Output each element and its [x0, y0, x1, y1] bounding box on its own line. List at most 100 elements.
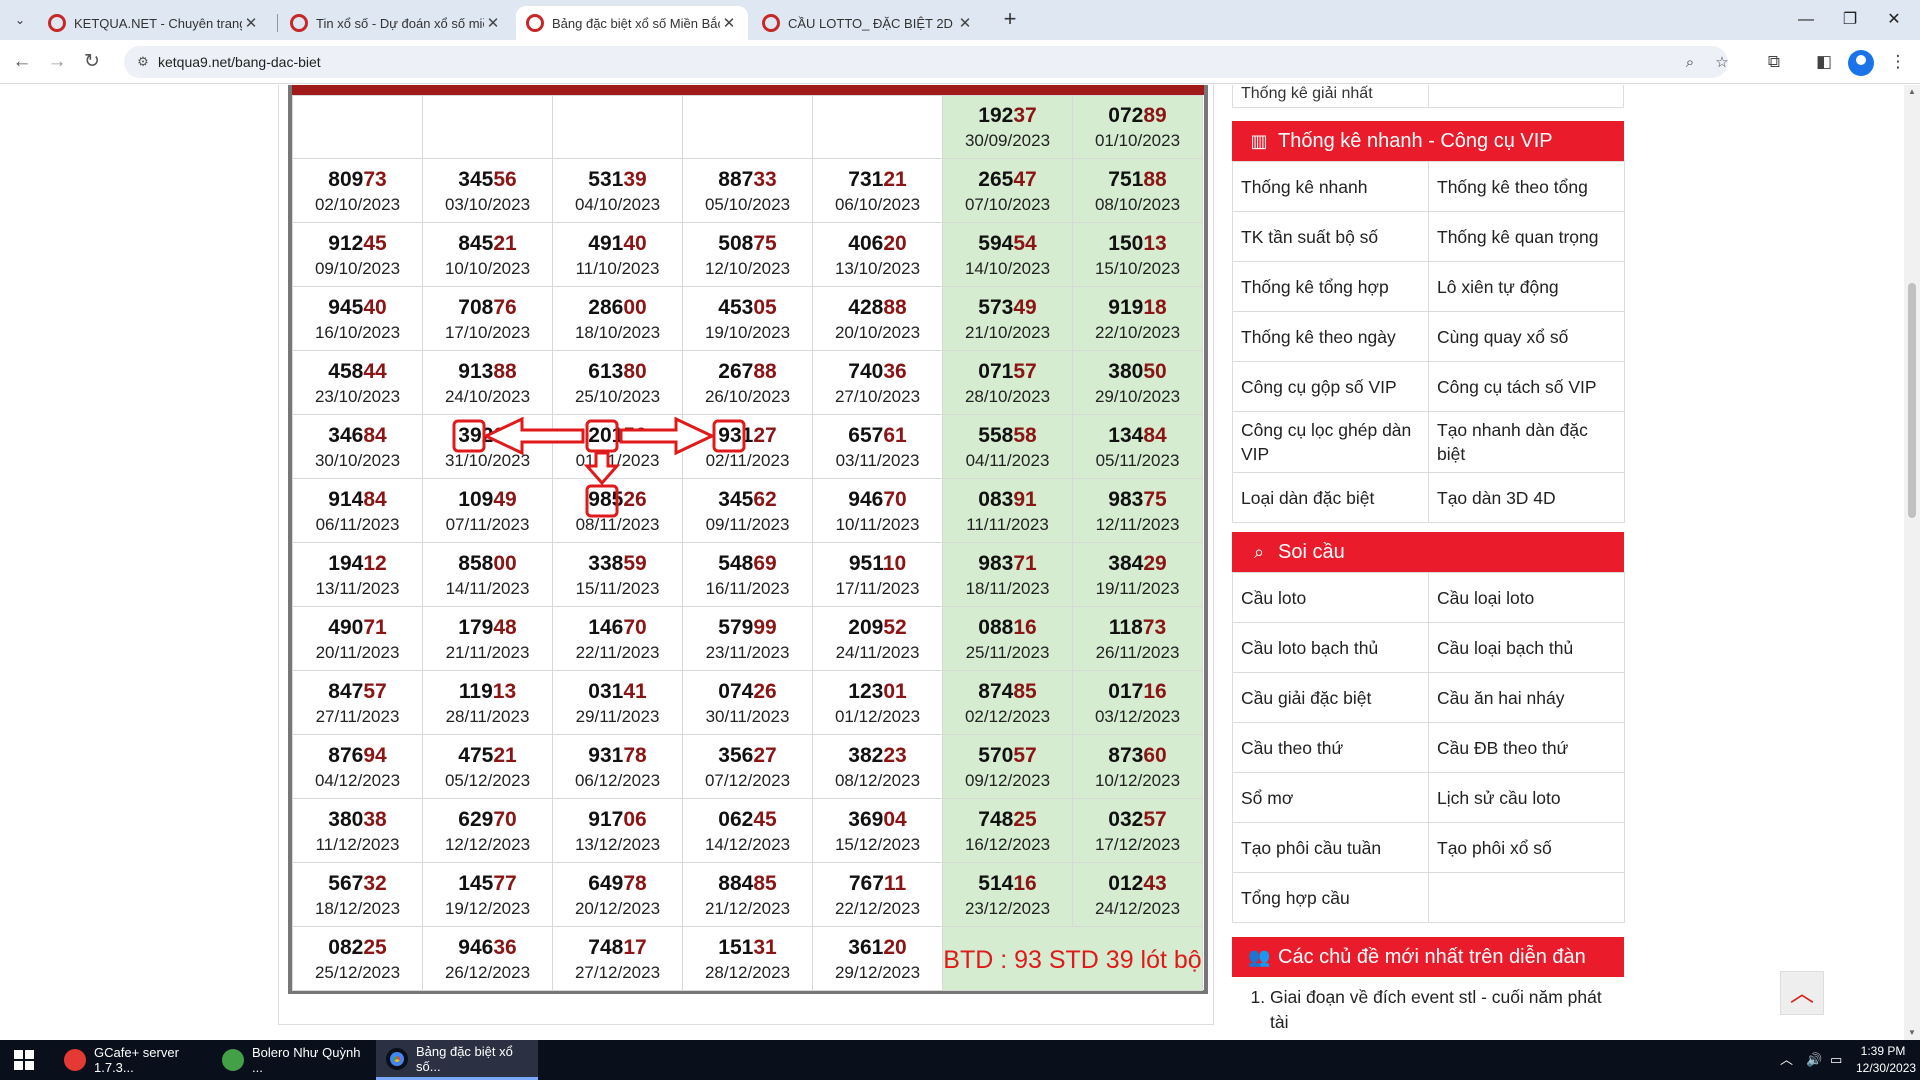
page-scrollbar[interactable]: ▲ ▼: [1904, 85, 1920, 1040]
result-cell: 49071 20/11/2023: [292, 606, 423, 671]
draw-date: 13/10/2023: [834, 258, 921, 278]
close-window-icon[interactable]: ✕: [1874, 6, 1914, 34]
speaker-icon[interactable]: 🔊: [1806, 1040, 1822, 1080]
taskbar-app-gcafe[interactable]: GCafe+ server 1.7.3...: [54, 1040, 214, 1080]
sidebar-link[interactable]: Thống kê theo ngày: [1232, 311, 1429, 362]
close-tab-icon[interactable]: ✕: [242, 14, 260, 32]
sidebar-link[interactable]: Tạo nhanh dàn đặc biệt: [1428, 411, 1625, 473]
profile-avatar[interactable]: [1848, 50, 1874, 76]
result-cell: 07157 28/10/2023: [942, 350, 1073, 415]
clock-date: 12/30/2023: [1856, 1061, 1917, 1075]
sidebar-link[interactable]: Tổng hợp cầu: [1232, 872, 1429, 923]
number-head: 083: [978, 487, 1014, 511]
zoom-icon[interactable]: ⌕: [1680, 53, 1700, 73]
scroll-up-arrow-icon[interactable]: ▲: [1904, 85, 1920, 99]
system-clock[interactable]: 1:39 PM 12/30/2023: [1856, 1043, 1917, 1077]
extensions-icon[interactable]: ⧉: [1760, 48, 1788, 76]
sidebar-link[interactable]: Tạo phôi xổ số: [1428, 822, 1625, 873]
draw-date: 21/11/2023: [445, 642, 530, 662]
sidebar-link[interactable]: Sổ mơ: [1232, 772, 1429, 823]
sidebar-link[interactable]: Lịch sử cầu loto: [1428, 772, 1625, 823]
tab-cau-lotto[interactable]: CẦU LOTTO_ ĐẶC BIỆT 2D 3D 4 ✕: [752, 6, 984, 40]
number-head: 919: [1108, 295, 1144, 319]
sidebar-link[interactable]: Lô xiên tự động: [1428, 261, 1625, 312]
number-head: 629: [458, 807, 494, 831]
giai-nhat-link[interactable]: Thống kê giải nhất: [1233, 85, 1429, 107]
sidebar-link[interactable]: Cầu ăn hai nháy: [1428, 672, 1625, 723]
network-icon[interactable]: ▭: [1830, 1040, 1842, 1080]
site-info-icon[interactable]: ⚙: [134, 53, 152, 71]
url-text[interactable]: ketqua9.net/bang-dac-biet: [158, 54, 321, 70]
sidebar-link[interactable]: Tạo dàn 3D 4D: [1428, 472, 1625, 523]
special-number: 38429: [1073, 552, 1202, 576]
number-head: 649: [588, 871, 624, 895]
forward-arrow-icon[interactable]: →: [43, 48, 71, 76]
tray-chevron-icon[interactable]: ︿: [1780, 1040, 1793, 1080]
sidebar-link[interactable]: Công cụ tách số VIP: [1428, 361, 1625, 412]
back-to-top-button[interactable]: ︿: [1780, 971, 1824, 1015]
sidebar-link[interactable]: Cầu ĐB theo thứ: [1428, 722, 1625, 773]
sidebar-link[interactable]: Loại dàn đặc biệt: [1232, 472, 1429, 523]
special-number: 07426: [683, 680, 812, 704]
close-tab-icon[interactable]: ✕: [720, 14, 738, 32]
task-label: Bảng đặc biệt xổ số...: [416, 1043, 513, 1074]
number-tail: 45: [753, 807, 777, 831]
sidebar-link[interactable]: Cầu loại bạch thủ: [1428, 622, 1625, 673]
scroll-down-arrow-icon[interactable]: ▼: [1904, 1026, 1920, 1040]
number-head: 017: [1108, 679, 1144, 703]
sidebar-link[interactable]: Thống kê tổng hợp: [1232, 261, 1429, 312]
sidebar-link[interactable]: Cầu giải đặc biệt: [1232, 672, 1429, 723]
sidebar-link-row: Thống kê nhanh Thống kê theo tổng: [1232, 161, 1625, 212]
minimize-icon[interactable]: —: [1786, 6, 1826, 34]
tab-search-chevron-icon[interactable]: ⌄: [8, 8, 32, 32]
sidebar-link[interactable]: Thống kê theo tổng: [1428, 161, 1625, 212]
number-tail: 49: [1013, 295, 1037, 319]
page-viewport: 19237 30/09/2023 07289 01/10/2023 80973 02/10…: [0, 85, 1904, 1040]
scrollbar-thumb[interactable]: [1908, 283, 1916, 518]
sidebar-link[interactable]: Cầu loto: [1232, 572, 1429, 623]
taskbar-app-chrome[interactable]: Bảng đặc biệt xổ số...: [376, 1040, 538, 1080]
sidebar-link[interactable]: Thống kê quan trọng: [1428, 211, 1625, 262]
close-tab-icon[interactable]: ✕: [956, 14, 974, 32]
new-tab-button[interactable]: +: [996, 6, 1024, 34]
sidebar-link[interactable]: TK tần suất bộ số: [1232, 211, 1429, 262]
restore-icon[interactable]: ❐: [1830, 6, 1870, 34]
taskbar-app-bolero[interactable]: Bolero Như Quỳnh ...: [212, 1040, 372, 1080]
side-panel-icon[interactable]: ◧: [1810, 48, 1838, 76]
number-tail: 13: [492, 679, 517, 703]
sidebar-link[interactable]: Công cụ gộp số VIP: [1232, 361, 1429, 412]
number-tail: 21: [493, 743, 517, 767]
tab-tin-xo-so[interactable]: Tin xổ số - Dự đoán xổ số miền ✕: [280, 6, 512, 40]
result-cell: 47521 05/12/2023: [422, 734, 553, 799]
menu-kebab-icon[interactable]: ⋮: [1884, 48, 1912, 76]
special-number: 26788: [683, 360, 812, 384]
number-head: 490: [328, 615, 364, 639]
tab-ketqua-net[interactable]: KETQUA.NET - Chuyên trang xổ ✕: [38, 6, 270, 40]
draw-date: 30/09/2023: [964, 131, 1051, 150]
reload-icon[interactable]: ↻: [78, 48, 106, 76]
number-tail: 39: [623, 167, 647, 191]
sidebar-link[interactable]: Tạo phôi cầu tuần: [1232, 822, 1429, 873]
forum-topic-link[interactable]: Giai đoạn về đích event stl - cuối năm p…: [1270, 985, 1612, 1035]
close-tab-icon[interactable]: ✕: [484, 14, 502, 32]
sidebar-link[interactable]: Thống kê nhanh: [1232, 161, 1429, 212]
result-cell: 10949 07/11/2023: [422, 478, 553, 543]
special-number: 15131: [683, 936, 812, 960]
windows-start-icon[interactable]: [14, 1050, 34, 1070]
back-arrow-icon[interactable]: ←: [8, 48, 36, 76]
sidebar-link[interactable]: Cầu loại loto: [1428, 572, 1625, 623]
special-number: 34562: [683, 488, 812, 512]
sidebar-link-row: Cầu giải đặc biệt Cầu ăn hai nháy: [1232, 672, 1625, 723]
tab-bang-dac-biet[interactable]: Bảng đặc biệt xổ số Miền Bắc tr ✕: [516, 6, 748, 40]
sidebar-link[interactable]: Cùng quay xổ số: [1428, 311, 1625, 362]
number-head: 570: [978, 743, 1014, 767]
draw-date: 28/10/2023: [964, 386, 1051, 406]
sidebar-link[interactable]: Cầu theo thứ: [1232, 722, 1429, 773]
special-number: 42888: [813, 296, 942, 320]
result-cell: 36904 15/12/2023: [812, 798, 943, 863]
address-bar[interactable]: ⚙ ketqua9.net/bang-dac-biet ⌕ ☆: [124, 46, 1729, 78]
sidebar-link[interactable]: Cầu loto bạch thủ: [1232, 622, 1429, 673]
sidebar-link[interactable]: Công cụ lọc ghép dàn VIP: [1232, 411, 1429, 473]
result-cell: 62970 12/12/2023: [422, 798, 553, 863]
bookmark-star-icon[interactable]: ☆: [1712, 53, 1732, 73]
